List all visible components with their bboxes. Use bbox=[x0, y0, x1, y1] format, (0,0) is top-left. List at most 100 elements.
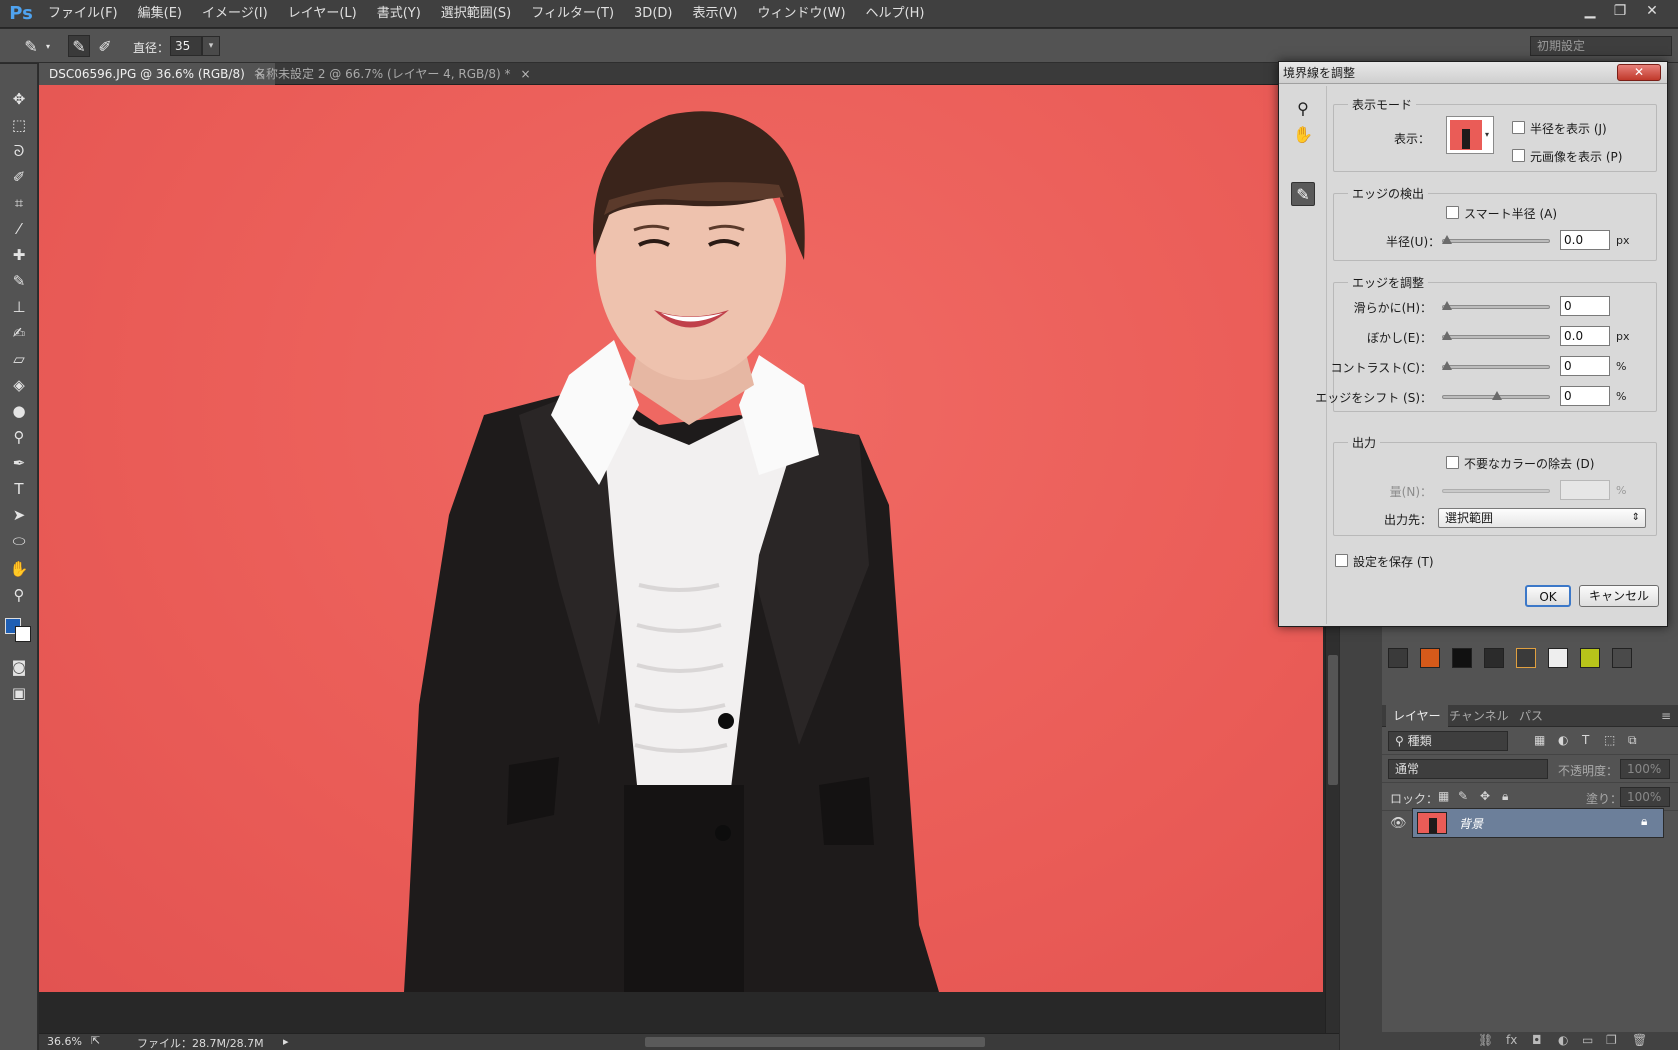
hand-tool-icon[interactable]: ✋ bbox=[7, 558, 31, 580]
zoom-tool-icon[interactable]: ⚲ bbox=[7, 584, 31, 606]
healing-brush-tool-icon[interactable]: ✚ bbox=[7, 244, 31, 266]
panel-menu-icon[interactable]: ≡ bbox=[1654, 705, 1678, 727]
smooth-input[interactable]: 0 bbox=[1560, 296, 1610, 316]
path-selection-tool-icon[interactable]: ➤ bbox=[7, 504, 31, 526]
shift-edge-slider[interactable] bbox=[1442, 391, 1550, 400]
menu-layer[interactable]: レイヤー(L) bbox=[278, 0, 367, 28]
blend-mode-select[interactable]: 通常 bbox=[1388, 759, 1548, 779]
new-adjustment-icon[interactable]: ◐ bbox=[1558, 1033, 1568, 1047]
contrast-input[interactable]: 0 bbox=[1560, 356, 1610, 376]
tab-close-icon[interactable]: × bbox=[520, 67, 530, 81]
marquee-tool-icon[interactable]: ⬚ bbox=[7, 114, 31, 136]
eyedropper-tool-icon[interactable]: ⁄ bbox=[7, 218, 31, 240]
feather-input[interactable]: 0.0 bbox=[1560, 326, 1610, 346]
type-filter-icon[interactable]: T bbox=[1582, 733, 1589, 747]
lock-position-icon[interactable]: ✥ bbox=[1480, 789, 1490, 803]
screen-mode-icon[interactable]: ▣ bbox=[7, 682, 31, 704]
link-layers-icon[interactable]: ⛓ bbox=[1478, 1033, 1493, 1047]
zoom-level[interactable]: 36.6% bbox=[47, 1035, 82, 1048]
workspace-switcher[interactable]: 初期設定 bbox=[1530, 36, 1672, 56]
history-brush-tool-icon[interactable]: ✍ bbox=[7, 322, 31, 344]
lock-image-icon[interactable]: ✎ bbox=[1458, 789, 1468, 803]
menu-window[interactable]: ウィンドウ(W) bbox=[748, 0, 856, 28]
share-icon[interactable]: ⇱ bbox=[91, 1034, 100, 1047]
ellipse-tool-icon[interactable]: ⬭ bbox=[7, 530, 31, 552]
new-layer-icon[interactable]: ❐ bbox=[1606, 1033, 1617, 1047]
fill-input[interactable]: 100% bbox=[1620, 787, 1670, 807]
restore-icon[interactable]: ❐ bbox=[1606, 0, 1634, 22]
shift-edge-slider-thumb[interactable] bbox=[1492, 391, 1502, 400]
refine-radius-tool-icon[interactable]: ✎ bbox=[1291, 182, 1315, 206]
status-menu-icon[interactable]: ▸ bbox=[283, 1035, 289, 1048]
menu-view[interactable]: 表示(V) bbox=[682, 0, 747, 28]
menu-type[interactable]: 書式(Y) bbox=[367, 0, 431, 28]
lasso-tool-icon[interactable]: ᘐ bbox=[7, 140, 31, 162]
tab-layers[interactable]: レイヤー bbox=[1386, 705, 1448, 727]
tab-untitled-2[interactable]: 名称未設定 2 @ 66.7% (レイヤー 4, RGB/8) * × bbox=[244, 63, 541, 85]
contrast-slider-thumb[interactable] bbox=[1442, 361, 1452, 370]
contrast-slider[interactable] bbox=[1442, 361, 1550, 370]
remember-settings-checkbox[interactable] bbox=[1335, 554, 1348, 567]
diameter-dropdown[interactable]: ▾ bbox=[202, 36, 220, 56]
pen-tool-icon[interactable]: ✒ bbox=[7, 452, 31, 474]
delete-layer-icon[interactable]: 🗑︎ bbox=[1632, 1033, 1647, 1047]
move-tool-icon[interactable]: ✥ bbox=[7, 88, 31, 110]
tab-dsc06596[interactable]: DSC06596.JPG @ 36.6% (RGB/8) × bbox=[39, 63, 275, 85]
brush-preset-icon[interactable]: ✎ bbox=[20, 35, 42, 57]
close-window-icon[interactable]: ✕ bbox=[1638, 0, 1666, 22]
add-mask-icon[interactable]: ◘ bbox=[1532, 1033, 1542, 1047]
blur-tool-icon[interactable]: ● bbox=[7, 400, 31, 422]
show-radius-checkbox[interactable] bbox=[1512, 121, 1525, 134]
radius-input[interactable]: 0.0 bbox=[1560, 230, 1610, 250]
document-canvas[interactable] bbox=[39, 85, 1323, 992]
tab-paths[interactable]: パス bbox=[1512, 705, 1550, 727]
new-group-icon[interactable]: ▭ bbox=[1582, 1033, 1593, 1047]
feather-slider-thumb[interactable] bbox=[1442, 331, 1452, 340]
ok-button[interactable]: OK bbox=[1525, 585, 1571, 607]
canvas-area[interactable] bbox=[39, 85, 1325, 1033]
menu-help[interactable]: ヘルプ(H) bbox=[856, 0, 935, 28]
lock-all-icon[interactable]: 🔒︎ bbox=[1502, 789, 1508, 804]
menu-file[interactable]: ファイル(F) bbox=[38, 0, 128, 28]
layer-name[interactable]: 背景 bbox=[1459, 815, 1483, 832]
smooth-slider-thumb[interactable] bbox=[1442, 301, 1452, 310]
radius-slider-thumb[interactable] bbox=[1442, 235, 1452, 244]
layer-style-icon[interactable]: fx bbox=[1506, 1033, 1517, 1047]
menu-3d[interactable]: 3D(D) bbox=[624, 0, 682, 28]
shape-filter-icon[interactable]: ⬚ bbox=[1604, 733, 1615, 747]
decontaminate-checkbox[interactable] bbox=[1446, 456, 1459, 469]
pixel-filter-icon[interactable]: ▦ bbox=[1534, 733, 1545, 747]
menu-filter[interactable]: フィルター(T) bbox=[521, 0, 624, 28]
smart-object-filter-icon[interactable]: ⧉ bbox=[1628, 733, 1637, 748]
preset-dropdown-icon[interactable]: ▾ bbox=[42, 35, 54, 57]
diameter-input[interactable]: 35 bbox=[170, 36, 202, 56]
output-to-select[interactable]: 選択範囲 ⇕ bbox=[1438, 508, 1646, 528]
zoom-tool-icon[interactable]: ⚲ bbox=[1291, 96, 1315, 120]
layer-kind-select[interactable]: ⚲ 種類 bbox=[1388, 731, 1508, 751]
horizontal-scroll-thumb[interactable] bbox=[645, 1037, 985, 1047]
dodge-tool-icon[interactable]: ⚲ bbox=[7, 426, 31, 448]
shift-edge-input[interactable]: 0 bbox=[1560, 386, 1610, 406]
view-mode-thumbnail[interactable]: ▾ bbox=[1446, 116, 1494, 154]
show-original-checkbox[interactable] bbox=[1512, 149, 1525, 162]
erase-refinements-icon[interactable]: ✐ bbox=[94, 35, 116, 57]
eraser-tool-icon[interactable]: ▱ bbox=[7, 348, 31, 370]
type-tool-icon[interactable]: T bbox=[7, 478, 31, 500]
tab-channels[interactable]: チャンネル bbox=[1442, 705, 1516, 727]
quick-mask-icon[interactable]: ◙ bbox=[7, 656, 31, 678]
radius-slider[interactable] bbox=[1442, 235, 1550, 244]
dialog-title[interactable]: 境界線を調整 bbox=[1279, 62, 1667, 84]
hand-tool-icon[interactable]: ✋ bbox=[1291, 122, 1315, 146]
background-color-swatch[interactable] bbox=[15, 626, 31, 642]
paint-bucket-tool-icon[interactable]: ◈ bbox=[7, 374, 31, 396]
refine-radius-tool-icon[interactable]: ✎ bbox=[68, 35, 90, 57]
smart-radius-checkbox[interactable] bbox=[1446, 206, 1459, 219]
clone-stamp-tool-icon[interactable]: ⊥ bbox=[7, 296, 31, 318]
menu-edit[interactable]: 編集(E) bbox=[128, 0, 192, 28]
file-size[interactable]: ファイル：28.7M/28.7M bbox=[137, 1035, 264, 1050]
feather-slider[interactable] bbox=[1442, 331, 1550, 340]
adjustment-filter-icon[interactable]: ◐ bbox=[1558, 733, 1568, 747]
brush-tool-icon[interactable]: ✎ bbox=[7, 270, 31, 292]
crop-tool-icon[interactable]: ⌗ bbox=[7, 192, 31, 214]
minimize-icon[interactable]: ▁ bbox=[1576, 0, 1604, 22]
